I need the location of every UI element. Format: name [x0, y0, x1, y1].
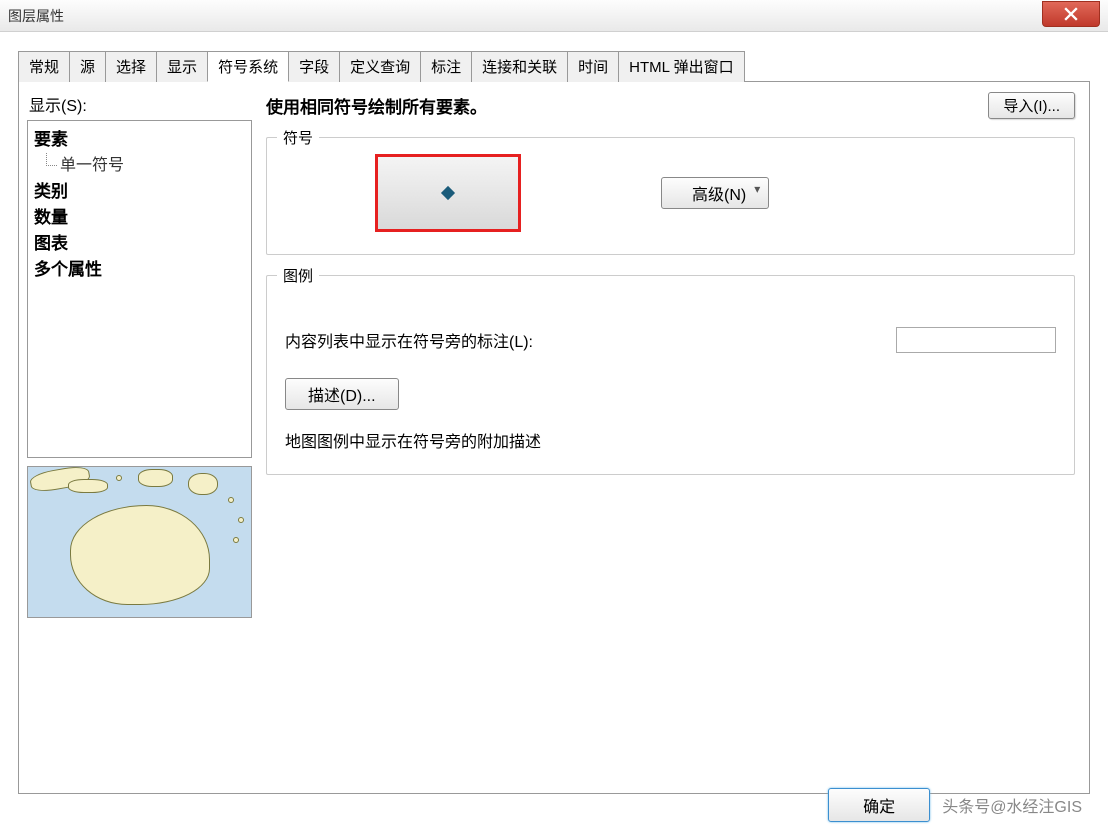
legend-label-input[interactable]: [896, 327, 1056, 353]
tab-source[interactable]: 源: [69, 51, 106, 82]
diamond-marker-icon: [441, 186, 455, 200]
tab-labels[interactable]: 标注: [420, 51, 472, 82]
import-button[interactable]: 导入(I)...: [988, 92, 1075, 119]
window-title: 图层属性: [8, 6, 64, 26]
legend-label-text: 内容列表中显示在符号旁的标注(L):: [285, 328, 533, 352]
symbol-group: 符号 高级(N): [266, 137, 1075, 255]
describe-button[interactable]: 描述(D)...: [285, 378, 399, 410]
symbology-tree: 要素 单一符号 类别 数量 图表 多个属性: [27, 120, 252, 458]
tab-definition-query[interactable]: 定义查询: [339, 51, 421, 82]
legend-group: 图例 内容列表中显示在符号旁的标注(L): 描述(D)... 地图图例中显示在符…: [266, 275, 1075, 475]
legend-group-legend: 图例: [277, 265, 319, 286]
tab-time[interactable]: 时间: [567, 51, 619, 82]
tree-quantities[interactable]: 数量: [32, 205, 247, 231]
advanced-button[interactable]: 高级(N): [661, 177, 769, 209]
tab-symbology[interactable]: 符号系统: [207, 51, 289, 82]
tree-multiple-attributes[interactable]: 多个属性: [32, 257, 247, 283]
close-icon: [1064, 7, 1078, 21]
tree-categories[interactable]: 类别: [32, 179, 247, 205]
tree-charts[interactable]: 图表: [32, 231, 247, 257]
tab-selection[interactable]: 选择: [105, 51, 157, 82]
tab-strip: 常规 源 选择 显示 符号系统 字段 定义查询 标注 连接和关联 时间 HTML…: [18, 50, 1090, 82]
tree-features[interactable]: 要素: [32, 127, 247, 153]
ok-button[interactable]: 确定: [828, 788, 930, 822]
tab-display[interactable]: 显示: [156, 51, 208, 82]
tab-fields[interactable]: 字段: [288, 51, 340, 82]
map-preview: [27, 466, 252, 618]
panel-heading: 使用相同符号绘制所有要素。: [266, 93, 487, 118]
tab-general[interactable]: 常规: [18, 51, 70, 82]
tree-single-symbol[interactable]: 单一符号: [32, 153, 247, 179]
close-button[interactable]: [1042, 1, 1100, 27]
tab-html-popup[interactable]: HTML 弹出窗口: [618, 51, 744, 82]
symbol-preview-button[interactable]: [375, 154, 521, 232]
watermark-text: 头条号@水经注GIS: [942, 793, 1082, 817]
tab-joins-relates[interactable]: 连接和关联: [471, 51, 568, 82]
sidebar-header: 显示(S):: [27, 90, 252, 120]
symbol-group-legend: 符号: [277, 127, 319, 148]
describe-help-text: 地图图例中显示在符号旁的附加描述: [285, 428, 1056, 452]
